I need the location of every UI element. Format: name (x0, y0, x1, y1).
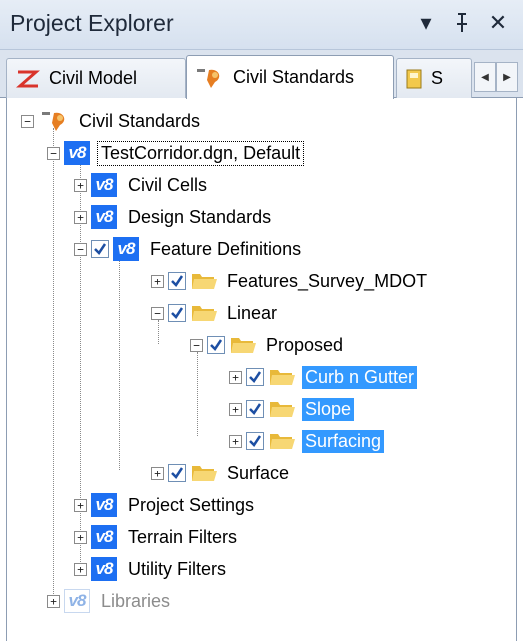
tab-strip: Civil Model Civil Standards S ◀ ▶ (0, 50, 523, 99)
folder-icon (268, 430, 296, 452)
tab-label: Civil Model (49, 68, 138, 88)
tree-node-terrain-filters[interactable]: + v8 Terrain Filters (74, 522, 240, 552)
v8-icon: v8 (91, 173, 117, 197)
folder-icon (268, 398, 296, 420)
expand-icon[interactable]: + (74, 210, 87, 224)
folder-icon (229, 334, 257, 356)
expand-icon[interactable]: + (74, 498, 87, 512)
tree-node-label: Civil Cells (128, 174, 208, 195)
v8-icon: v8 (91, 205, 117, 229)
v8-icon: v8 (91, 493, 117, 517)
tree-connector (53, 128, 54, 604)
expand-icon[interactable]: + (151, 466, 164, 480)
expand-icon[interactable]: + (74, 530, 87, 544)
tree-node-design-standards[interactable]: + v8 Design Standards (74, 202, 274, 232)
panel-titlebar: Project Explorer ▾ ✕ (0, 0, 523, 50)
checkbox[interactable] (246, 368, 264, 386)
collapse-icon[interactable]: − (190, 338, 203, 352)
expand-icon[interactable]: + (74, 562, 87, 576)
tab-label: S (431, 68, 444, 88)
folder-icon (190, 270, 218, 292)
tree-node-label: Design Standards (128, 206, 272, 227)
tree-node-utility-filters[interactable]: + v8 Utility Filters (74, 554, 229, 584)
panel-title: Project Explorer (10, 10, 174, 36)
v8-icon: v8 (91, 557, 117, 581)
tree-node-label: Linear (227, 302, 278, 323)
collapse-icon[interactable]: − (21, 114, 34, 128)
checkbox[interactable] (168, 304, 186, 322)
tree-node-label: Civil Standards (79, 110, 201, 131)
tree-connector (119, 256, 120, 470)
tab-scroll-arrows: ◀ ▶ (474, 62, 518, 92)
tree-node-label: Project Settings (128, 494, 255, 515)
tab-s[interactable]: S (396, 58, 472, 98)
tree-node-feature-definitions[interactable]: − v8 Feature Definitions (74, 234, 304, 264)
expand-icon[interactable]: + (47, 594, 60, 608)
civil-standards-icon (195, 66, 225, 90)
tree-node-project-settings[interactable]: + v8 Project Settings (74, 490, 257, 520)
v8-icon: v8 (64, 141, 90, 165)
tree-node-slope[interactable]: + Slope (229, 394, 355, 424)
book-icon (405, 68, 423, 90)
tree-node-proposed[interactable]: − Proposed (190, 330, 346, 360)
pin-icon[interactable] (448, 8, 476, 38)
expand-icon[interactable]: + (229, 370, 242, 384)
tree-node-label: Utility Filters (128, 558, 226, 579)
tree-connector (197, 352, 198, 436)
civil-standards-icon (40, 109, 70, 133)
civil-model-icon (15, 69, 41, 89)
dropdown-icon[interactable]: ▾ (412, 8, 440, 38)
collapse-icon[interactable]: − (47, 146, 60, 160)
tree-node-label: Features_Survey_MDOT (227, 270, 428, 291)
tree-node-testcorridor[interactable]: − v8 TestCorridor.dgn, Default (47, 138, 305, 168)
tree-node-label: Libraries (101, 590, 171, 611)
tab-scroll-left-button[interactable]: ◀ (474, 62, 496, 92)
v8-icon: v8 (91, 525, 117, 549)
tree-node-civil-standards[interactable]: − Civil Standards (21, 106, 203, 136)
tab-label: Civil Standards (233, 67, 355, 87)
tab-civil-model[interactable]: Civil Model (6, 58, 186, 98)
tree-node-label: Feature Definitions (150, 238, 302, 259)
expand-icon[interactable]: + (151, 274, 164, 288)
tree-node-surface[interactable]: + Surface (151, 458, 292, 488)
tree-node-label: Terrain Filters (128, 526, 238, 547)
tree-node-civil-cells[interactable]: + v8 Civil Cells (74, 170, 210, 200)
v8-icon: v8 (64, 589, 90, 613)
tree-node-label: TestCorridor.dgn, Default (96, 140, 305, 166)
checkbox[interactable] (168, 272, 186, 290)
tree-node-curb-n-gutter[interactable]: + Curb n Gutter (229, 362, 418, 392)
expand-icon[interactable]: + (229, 434, 242, 448)
collapse-icon[interactable]: − (74, 242, 87, 256)
expand-icon[interactable]: + (74, 178, 87, 192)
tree-node-label: Surfacing (302, 429, 385, 453)
checkbox[interactable] (246, 432, 264, 450)
tree-node-label: Proposed (266, 334, 344, 355)
checkbox[interactable] (207, 336, 225, 354)
tree-node-surfacing[interactable]: + Surfacing (229, 426, 385, 456)
tree-node-label: Slope (302, 397, 355, 421)
collapse-icon[interactable]: − (151, 306, 164, 320)
civil-standards-tree: − Civil Standards − v8 TestCorridor.dgn,… (6, 98, 517, 641)
tree-node-label: Curb n Gutter (302, 365, 418, 389)
expand-icon[interactable]: + (229, 402, 242, 416)
tab-civil-standards[interactable]: Civil Standards (186, 55, 394, 99)
project-explorer-panel: Project Explorer ▾ ✕ Civil Model Civil S… (0, 0, 523, 641)
tree-node-label: Surface (227, 462, 290, 483)
tab-scroll-right-button[interactable]: ▶ (496, 62, 518, 92)
folder-icon (190, 462, 218, 484)
tree-node-libraries[interactable]: + v8 Libraries (47, 586, 173, 616)
checkbox[interactable] (91, 240, 109, 258)
tree-node-features-survey-mdot[interactable]: + Features_Survey_MDOT (151, 266, 430, 296)
checkbox[interactable] (246, 400, 264, 418)
folder-icon (190, 302, 218, 324)
tree-node-linear[interactable]: − Linear (151, 298, 280, 328)
folder-icon (268, 366, 296, 388)
checkbox[interactable] (168, 464, 186, 482)
close-icon[interactable]: ✕ (484, 8, 512, 38)
v8-icon: v8 (113, 237, 139, 261)
